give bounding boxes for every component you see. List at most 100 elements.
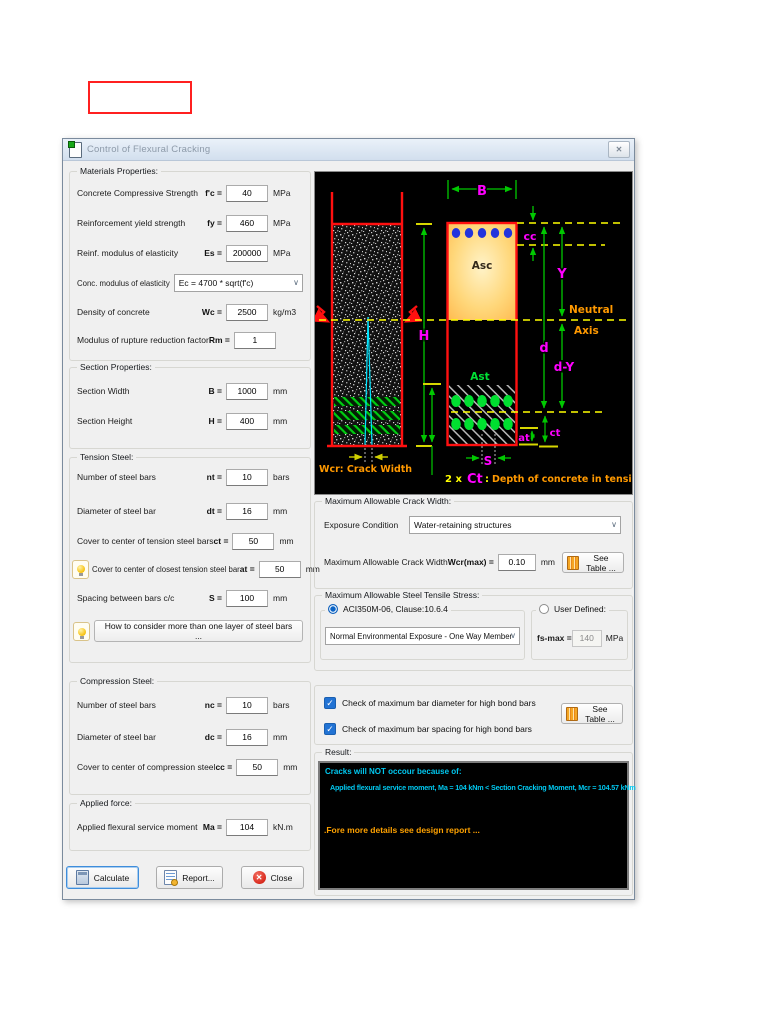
ct-input[interactable] — [232, 532, 275, 550]
diagram-ct-label: ct — [550, 428, 561, 439]
fy-input[interactable] — [226, 214, 268, 232]
group-tension-title: Tension Steel: — [77, 452, 137, 462]
ct-label: Cover to center of tension steel bars — [77, 536, 214, 546]
group-crack-width-title: Maximum Allowable Crack Width: — [322, 496, 455, 506]
section-diagram: Wcr: Crack Width H Asc Ast B cc Y d d-Y … — [311, 171, 674, 495]
fsmax-input[interactable] — [571, 629, 602, 647]
cc-input[interactable] — [236, 758, 279, 776]
report-button[interactable]: Report... — [156, 866, 223, 889]
group-materials-title: Materials Properties: — [77, 166, 161, 176]
ec-dropdown-value: Ec = 4700 * sqrt(f'c) — [178, 278, 254, 288]
ma-input[interactable] — [226, 818, 268, 836]
rm-symbol: Rm = — [208, 335, 230, 345]
dc-unit: mm — [273, 732, 288, 742]
aci-radio-row[interactable]: ACI350M-06, Clause:10.6.4 — [325, 604, 451, 614]
nc-symbol: nc = — [204, 700, 222, 710]
title-bar[interactable]: Control of Flexural Cracking ✕ — [63, 139, 634, 161]
exposure-dropdown[interactable]: Water-retaining structures ∨ — [409, 516, 621, 534]
row-dt: Diameter of steel bar dt = mm — [77, 502, 303, 520]
nc-label: Number of steel bars — [77, 700, 156, 710]
close-button[interactable]: ✕ Close — [241, 866, 304, 889]
group-result-title: Result: — [322, 747, 355, 757]
aci-radio[interactable] — [328, 604, 338, 614]
nt-input[interactable] — [226, 468, 268, 486]
row-fc: Concrete Compressive Strength f'c = MPa — [77, 184, 303, 202]
check-diameter-label: Check of maximum bar diameter for high b… — [342, 698, 536, 708]
dt-label: Diameter of steel bar — [77, 506, 156, 516]
es-unit: MPa — [273, 248, 291, 258]
calculate-label: Calculate — [93, 872, 130, 883]
chevron-down-icon: ∨ — [611, 520, 617, 529]
diagram-caption-2x: 2 x — [445, 474, 462, 485]
wcr-input[interactable] — [497, 553, 536, 571]
checkbox-bar-spacing[interactable]: ✓ — [324, 723, 336, 735]
aci-exposure-dropdown[interactable]: Normal Environmental Exposure - One Way … — [325, 627, 520, 645]
report-icon — [164, 870, 179, 886]
user-defined-radio[interactable] — [539, 604, 549, 614]
cc-label: Cover to center of compression steel — [77, 762, 216, 772]
cc-symbol: cc = — [215, 762, 233, 772]
lightbulb-icon[interactable] — [72, 559, 89, 579]
fc-input[interactable] — [226, 184, 268, 202]
calculator-icon — [75, 870, 89, 885]
group-crack-width: Maximum Allowable Crack Width: Exposure … — [314, 496, 633, 589]
rm-label: Modulus of rupture reduction factor — [77, 335, 209, 345]
group-materials: Materials Properties: Concrete Compressi… — [69, 166, 311, 361]
fy-label: Reinforcement yield strength — [77, 218, 186, 228]
b-unit: mm — [273, 386, 288, 396]
dt-unit: mm — [273, 506, 288, 516]
exposure-label: Exposure Condition — [324, 520, 399, 530]
h-label: Section Height — [77, 416, 133, 426]
group-steel-stress: Maximum Allowable Steel Tensile Stress: … — [314, 590, 633, 671]
result-console: Cracks will NOT occour because of: Appli… — [318, 761, 636, 890]
at-input[interactable] — [258, 560, 301, 578]
wcr-symbol: Wcr(max) = — [447, 557, 494, 567]
s-input[interactable] — [226, 589, 268, 607]
fy-symbol: fy = — [207, 218, 222, 228]
exposure-dropdown-value: Water-retaining structures — [414, 520, 512, 530]
dc-input[interactable] — [226, 728, 268, 746]
diagram-caption-ct: Ct — [467, 472, 483, 487]
nc-unit: bars — [273, 700, 290, 710]
window-close-icon[interactable]: ✕ — [608, 141, 630, 158]
check-spacing-label: Check of maximum bar spacing for high bo… — [342, 724, 532, 734]
row-at: Cover to center of closest tension steel… — [72, 559, 320, 579]
h-input[interactable] — [226, 412, 268, 430]
checkbox-bar-diameter[interactable]: ✓ — [324, 697, 336, 709]
group-result: Result: Cracks will NOT occour because o… — [314, 747, 636, 896]
table-icon — [566, 706, 578, 721]
wc-unit: kg/m3 — [273, 307, 297, 317]
diagram-s-label: S — [484, 454, 493, 468]
at-label: Cover to center of closest tension steel… — [92, 564, 240, 574]
see-table-button-checks[interactable]: See Table ... — [561, 703, 623, 724]
nt-unit: bars — [273, 472, 290, 482]
window-title: Control of Flexural Cracking — [87, 144, 211, 155]
user-defined-radio-row[interactable]: User Defined: — [536, 604, 609, 614]
fsmax-symbol: fs-max = — [537, 633, 572, 643]
result-line-2: Applied flexural service moment, Ma = 10… — [330, 783, 636, 792]
row-dc: Diameter of steel bar dc = mm — [77, 728, 303, 746]
wc-input[interactable] — [226, 303, 268, 321]
see-table-button-crack[interactable]: See Table ... — [562, 552, 624, 573]
how-to-layers-button[interactable]: How to consider more than one layer of s… — [94, 620, 303, 642]
chevron-down-icon: ∨ — [510, 631, 516, 640]
fc-label: Concrete Compressive Strength — [77, 188, 198, 198]
b-input[interactable] — [226, 382, 268, 400]
ma-symbol: Ma = — [202, 822, 222, 832]
s-label: Spacing between bars c/c — [77, 593, 175, 603]
wc-label: Density of concrete — [77, 307, 150, 317]
dt-input[interactable] — [226, 502, 268, 520]
es-input[interactable] — [226, 244, 268, 262]
lightbulb-icon[interactable] — [73, 622, 90, 641]
fc-unit: MPa — [273, 188, 291, 198]
close-circle-icon: ✕ — [252, 871, 266, 884]
diagram-dy-label: d-Y — [554, 360, 575, 374]
diagram-caption-text: Depth of concrete in tension zone — [492, 474, 632, 485]
row-wc: Density of concrete Wc = kg/m3 — [77, 303, 303, 321]
b-symbol: B = — [208, 386, 222, 396]
ec-dropdown[interactable]: Ec = 4700 * sqrt(f'c) ∨ — [173, 274, 303, 292]
nc-input[interactable] — [226, 696, 268, 714]
calculate-button[interactable]: Calculate — [66, 866, 139, 889]
ec-label: Conc. modulus of elasticity — [77, 278, 170, 288]
rm-input[interactable] — [233, 331, 276, 349]
